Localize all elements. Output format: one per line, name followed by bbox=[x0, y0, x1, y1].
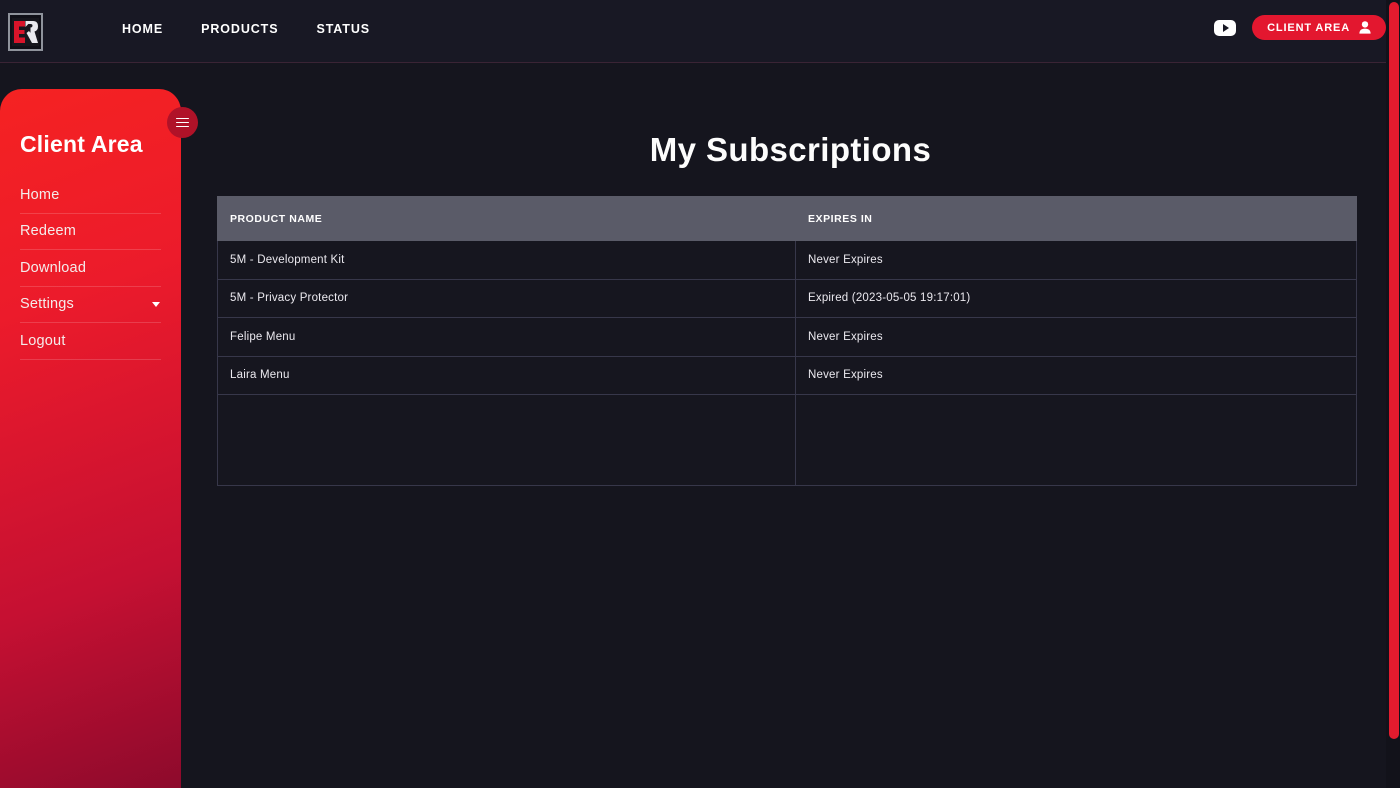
sidebar-item-label: Settings bbox=[20, 296, 74, 313]
cell-product-name: Laira Menu bbox=[217, 355, 796, 395]
sidebar-item-logout[interactable]: Logout bbox=[20, 323, 161, 360]
nav-links: HOME PRODUCTS STATUS bbox=[122, 22, 408, 36]
table-body: 5M - Development Kit Never Expires 5M - … bbox=[217, 240, 1357, 486]
column-header-expires-in: EXPIRES IN bbox=[795, 196, 1357, 241]
cell-expires-in: Never Expires bbox=[795, 317, 1357, 357]
table-head: PRODUCT NAME EXPIRES IN bbox=[217, 196, 1357, 241]
sidebar-item-label: Logout bbox=[20, 332, 66, 349]
cell-expires-in: Expired (2023-05-05 19:17:01) bbox=[795, 278, 1357, 318]
table-row[interactable]: Laira Menu Never Expires bbox=[217, 355, 1357, 395]
sidebar-item-settings[interactable]: Settings bbox=[20, 287, 161, 323]
table-row[interactable]: Felipe Menu Never Expires bbox=[217, 317, 1357, 357]
subscriptions-table-wrapper: PRODUCT NAME EXPIRES IN 5M - Development… bbox=[217, 196, 1357, 486]
cell-product-name: 5M - Privacy Protector bbox=[217, 278, 796, 318]
table-row[interactable]: 5M - Development Kit Never Expires bbox=[217, 240, 1357, 280]
top-navbar: HOME PRODUCTS STATUS CLIENT AREA bbox=[0, 0, 1400, 63]
sidebar-item-home[interactable]: Home bbox=[20, 177, 161, 214]
navbar-right-group: CLIENT AREA bbox=[1214, 15, 1386, 40]
table-header-row: PRODUCT NAME EXPIRES IN bbox=[217, 196, 1357, 241]
cell-expires-in: Never Expires bbox=[795, 355, 1357, 395]
sidebar-item-redeem[interactable]: Redeem bbox=[20, 214, 161, 250]
er-monogram-icon bbox=[12, 18, 39, 46]
cell-product-name: Felipe Menu bbox=[217, 317, 796, 357]
hamburger-icon bbox=[176, 115, 189, 130]
cell-empty bbox=[795, 394, 1357, 486]
main-content: My Subscriptions PRODUCT NAME EXPIRES IN… bbox=[181, 63, 1400, 788]
sidebar-menu: Home Redeem Download Settings Logout bbox=[20, 177, 161, 360]
sidebar-toggle-button[interactable] bbox=[167, 107, 198, 138]
client-area-button-label: CLIENT AREA bbox=[1267, 21, 1350, 34]
person-icon bbox=[1359, 21, 1371, 34]
cell-empty bbox=[217, 394, 796, 486]
sidebar: Client Area Home Redeem Download Setting… bbox=[0, 89, 181, 788]
nav-link-products[interactable]: PRODUCTS bbox=[201, 22, 278, 36]
table-empty-row bbox=[217, 394, 1357, 486]
brand-logo[interactable] bbox=[8, 13, 43, 51]
sidebar-item-label: Redeem bbox=[20, 223, 77, 240]
youtube-icon[interactable] bbox=[1214, 19, 1237, 36]
play-triangle-icon bbox=[1223, 23, 1230, 32]
chevron-down-icon bbox=[152, 301, 160, 307]
nav-link-status[interactable]: STATUS bbox=[316, 22, 370, 36]
sidebar-title: Client Area bbox=[20, 131, 143, 157]
column-header-product-name: PRODUCT NAME bbox=[217, 196, 796, 241]
client-area-button[interactable]: CLIENT AREA bbox=[1252, 15, 1386, 40]
nav-link-home[interactable]: HOME bbox=[122, 22, 163, 36]
cell-expires-in: Never Expires bbox=[795, 240, 1357, 280]
page-scrollbar-thumb[interactable] bbox=[1389, 2, 1399, 739]
subscriptions-table: PRODUCT NAME EXPIRES IN 5M - Development… bbox=[217, 196, 1357, 486]
page-title: My Subscriptions bbox=[649, 131, 932, 168]
sidebar-item-download[interactable]: Download bbox=[20, 250, 161, 287]
table-row[interactable]: 5M - Privacy Protector Expired (2023-05-… bbox=[217, 278, 1357, 318]
sidebar-item-label: Home bbox=[20, 186, 60, 203]
cell-product-name: 5M - Development Kit bbox=[217, 240, 796, 280]
sidebar-item-label: Download bbox=[20, 259, 87, 276]
